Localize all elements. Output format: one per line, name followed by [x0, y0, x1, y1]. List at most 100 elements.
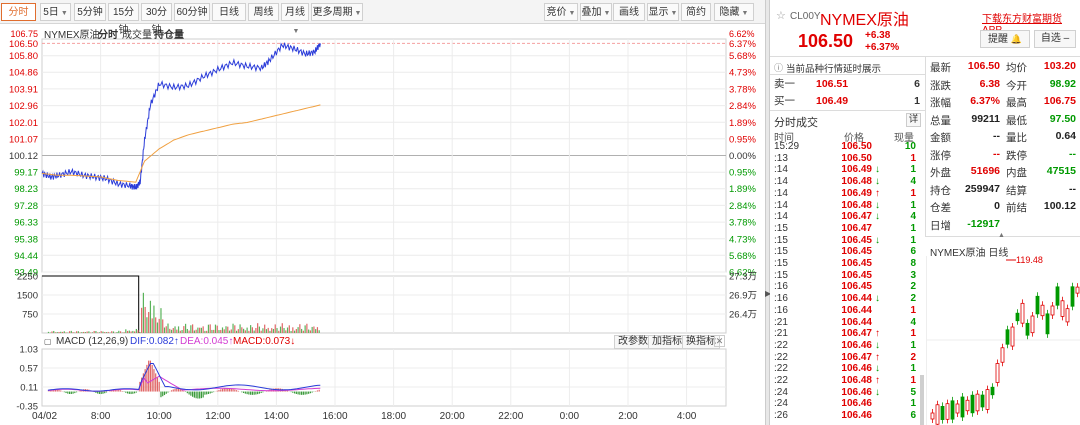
macd-bar	[235, 390, 238, 392]
tab-volume[interactable]: 成交量	[122, 26, 152, 41]
tab-fenshi[interactable]: 分时	[98, 26, 118, 41]
daily-candle-body	[1005, 329, 1010, 345]
volume-bar	[181, 330, 183, 333]
volume-bar	[299, 324, 301, 333]
ticks-scrollbar[interactable]	[920, 375, 924, 425]
macd-toggle-icon[interactable]: ▢	[44, 337, 52, 346]
volume-bar	[68, 331, 71, 333]
tab-period-2[interactable]: 5分钟	[74, 3, 106, 21]
tab-open-interest[interactable]: 持仓量	[154, 26, 184, 41]
tick-time: :22	[774, 351, 788, 363]
time-axis-label: 12:00	[205, 411, 230, 422]
tab-period-4[interactable]: 30分钟	[141, 3, 172, 36]
toolbar-button-4[interactable]: 简约	[681, 3, 711, 21]
daily-candle-body	[955, 403, 960, 414]
tick-row: :15 106.45 ↓ 1	[770, 235, 920, 247]
tick-price: 106.46	[841, 398, 872, 410]
tab-period-5[interactable]: 60分钟	[174, 3, 210, 21]
volume-bar	[176, 329, 178, 333]
macd-bar	[241, 391, 243, 393]
tick-volume: 1	[910, 398, 916, 410]
caret-down-icon: ▼	[568, 10, 576, 17]
macd-params-button[interactable]: 改参数	[614, 335, 652, 349]
tick-price: 106.47	[841, 211, 872, 223]
intraday-chart[interactable]: 106.75 6.62% 106.50 6.37% 105.80 5.68% 104.86 4…	[0, 24, 765, 425]
volume-bar	[285, 330, 287, 333]
toolbar-button-0[interactable]: 竞价 ▼	[544, 3, 578, 21]
volume-bar	[214, 324, 217, 333]
tick-time: :14	[774, 187, 788, 199]
volume-bar	[83, 331, 85, 333]
tab-period-7[interactable]: 周线	[248, 3, 279, 21]
tick-price: 106.49	[841, 187, 872, 199]
stat-label: 涨幅	[930, 97, 951, 109]
ticks-list[interactable]: 15:29 106.50 10:13 106.50 1:14 106.49 ↓ 1:14 106…	[770, 141, 925, 425]
daily-candle-body	[1065, 308, 1070, 323]
tab-period-label: 日线	[219, 7, 239, 18]
stat-label: 涨跌	[930, 79, 951, 92]
stat-value: 103.20	[1043, 60, 1076, 72]
alert-button[interactable]: 提醒 🔔	[980, 30, 1030, 48]
tick-row: :22 106.46 ↓ 1	[770, 363, 920, 375]
macd-bar	[297, 391, 299, 395]
tab-period-1[interactable]: 5日 ▼	[40, 3, 71, 21]
tab-period-8[interactable]: 月线▼	[281, 3, 309, 35]
macd-bar	[132, 391, 134, 394]
bell-icon: 🔔	[1010, 34, 1022, 44]
tab-period-0[interactable]: 分时	[1, 3, 36, 21]
volume-bar	[241, 327, 243, 333]
volume-bar	[258, 326, 261, 333]
time-axis-label: 14:00	[264, 411, 289, 422]
toolbar-button-3[interactable]: 显示 ▼	[647, 3, 679, 21]
volume-bar	[107, 331, 109, 333]
macd-bar	[95, 391, 97, 393]
volume-bar	[183, 326, 185, 333]
volume-bar	[188, 330, 190, 333]
macd-close-icon[interactable]: ✕	[714, 335, 725, 347]
volume-bar	[308, 329, 310, 333]
volume-bar	[81, 332, 83, 333]
tick-row: 15:29 106.50 10	[770, 141, 920, 153]
toolbar-button-5[interactable]: 隐藏 ▼	[714, 3, 754, 21]
price-series-line-0	[41, 42, 321, 190]
macd-bar	[126, 391, 129, 394]
tick-row: :14 106.49 ↓ 1	[770, 164, 920, 176]
macd-bar	[223, 388, 225, 392]
macd-bar	[232, 389, 234, 392]
add-indicator-button[interactable]: 加指标	[648, 335, 686, 349]
volume-bar	[316, 327, 319, 333]
ticks-detail-button[interactable]: 详	[906, 113, 921, 127]
chart-area[interactable]: 106.75 6.62% 106.50 6.37% 105.80 5.68% 104.86 4…	[0, 24, 768, 425]
volume-bar	[162, 319, 164, 333]
volume-bar	[318, 330, 320, 333]
macd-bar	[128, 391, 130, 394]
toolbar-button-2[interactable]: 画线	[613, 3, 645, 21]
tab-period-label: 60分钟	[176, 7, 208, 18]
tab-period-9[interactable]: 更多周期 ▼	[311, 3, 363, 21]
toolbar-button-1[interactable]: 叠加 ▼	[580, 3, 612, 21]
macd-bar	[255, 391, 257, 395]
tick-time: :26	[774, 410, 788, 422]
expand-arrow-icon[interactable]: ▲	[998, 232, 1005, 239]
volume-bar	[100, 331, 102, 333]
volume-bar	[253, 330, 255, 333]
star-icon[interactable]: ☆	[776, 9, 786, 22]
tick-time: :15	[774, 258, 788, 269]
tab-period-6[interactable]: 日线	[212, 3, 246, 21]
volume-bar	[309, 330, 312, 333]
volume-bar	[265, 329, 268, 333]
macd-bar	[316, 390, 319, 392]
tab-period-3[interactable]: 15分钟	[108, 3, 139, 36]
macd-bar	[75, 391, 78, 393]
tick-price-cell: 106.46 ↓	[824, 340, 880, 352]
volume-bar	[232, 323, 234, 333]
daily-candlestick-chart[interactable]	[926, 256, 1080, 425]
tick-price-cell: 106.46 ↓	[824, 363, 880, 375]
tick-row: :14 106.49 ↑ 1	[770, 188, 920, 200]
tick-row: :26 106.46 6	[770, 410, 920, 422]
macd-bar	[244, 391, 246, 394]
add-watchlist-button[interactable]: 自选 –	[1034, 30, 1076, 48]
tick-price-cell: 106.49 ↑	[824, 188, 880, 200]
macd-bar	[258, 391, 261, 394]
tick-price: 106.46	[841, 339, 872, 351]
